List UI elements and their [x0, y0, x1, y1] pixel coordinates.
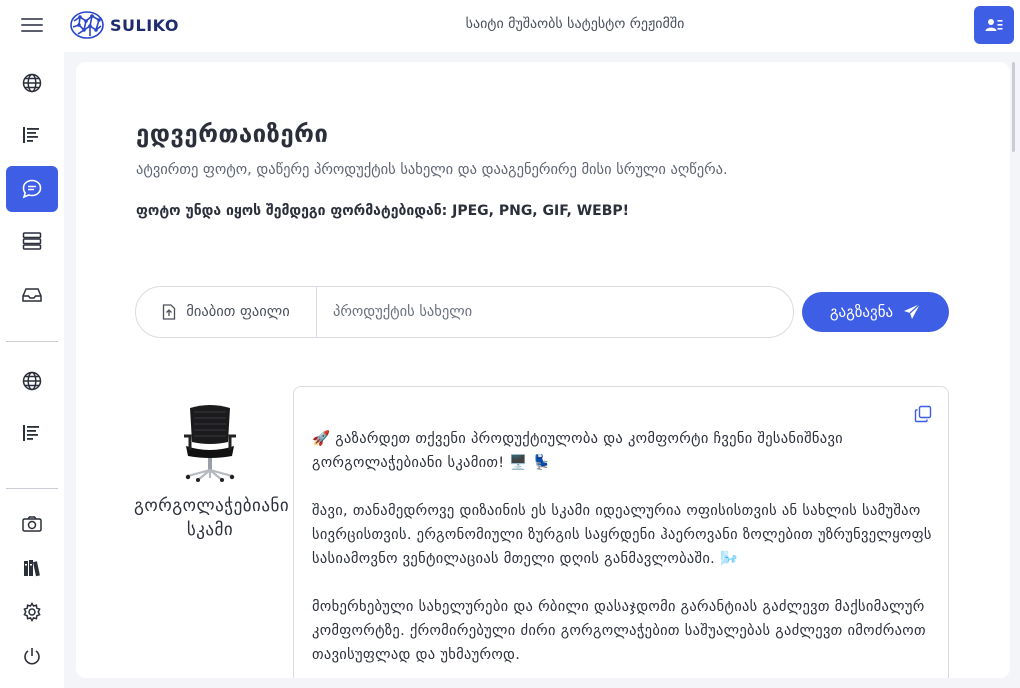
upload-file-icon — [163, 304, 176, 320]
page-title: ედვერთაიზერი — [136, 120, 329, 148]
sidebar-item-globe[interactable] — [6, 60, 58, 106]
scrollbar-thumb[interactable] — [1012, 62, 1015, 152]
power-icon — [24, 648, 40, 665]
site-status-text: საიტი მუშაობს სატესტო რეჟიმში — [465, 16, 685, 32]
gear-icon — [23, 602, 41, 622]
description-paragraph: შავი, თანამედროვე დიზაინის ეს სკამი იდეა… — [312, 503, 932, 567]
list-stack-icon — [22, 232, 42, 250]
sidebar-item-chat[interactable] — [6, 166, 58, 212]
formats-note: ფოტო უნდა იყოს შემდეგი ფორმატებიდან: JPE… — [136, 203, 630, 219]
sidebar — [0, 52, 64, 688]
user-profile-icon — [985, 19, 1003, 31]
sidebar-item-globe-2[interactable] — [6, 358, 58, 404]
sidebar-item-text-2[interactable] — [6, 410, 58, 456]
product-name: გორგოლაჭებიანი სკამი — [134, 496, 290, 540]
sidebar-item-inbox[interactable] — [6, 272, 58, 318]
text-lines-icon — [23, 425, 39, 441]
brain-logo-icon — [70, 11, 104, 39]
profile-button[interactable] — [974, 6, 1014, 44]
copy-button[interactable] — [914, 405, 934, 425]
upload-file-label: მიაბით ფაილი — [186, 304, 290, 320]
brand-logo[interactable]: SULIKO — [68, 8, 179, 42]
text-lines-icon — [23, 127, 39, 143]
send-button[interactable]: გაგზავნა — [802, 292, 949, 332]
paper-plane-icon — [904, 303, 921, 319]
product-image — [180, 402, 240, 482]
menu-hamburger-icon[interactable] — [18, 14, 46, 38]
brand-name: SULIKO — [110, 15, 179, 35]
inbox-icon — [22, 288, 42, 302]
sidebar-item-settings[interactable] — [6, 589, 58, 635]
advertiser-card: ედვერთაიზერი ატვირთე ფოტო, დაწერე პროდუქ… — [76, 62, 1010, 678]
product-input-group: მიაბით ფაილი — [135, 286, 794, 338]
page-subtitle: ატვირთე ფოტო, დაწერე პროდუქტის სახელი და… — [136, 162, 728, 178]
sidebar-divider — [6, 488, 58, 489]
description-paragraph: 🚀 გაზარდეთ თქვენი პროდუქტიულობა და კომფო… — [312, 431, 843, 471]
sidebar-item-list[interactable] — [6, 218, 58, 264]
sidebar-item-camera[interactable] — [6, 501, 58, 547]
camera-icon — [22, 516, 42, 532]
generated-description-text: 🚀 გაზარდეთ თქვენი პროდუქტიულობა და კომფო… — [312, 427, 932, 678]
globe-icon — [22, 73, 42, 93]
send-button-label: გაგზავნა — [829, 303, 894, 321]
sidebar-item-logout[interactable] — [6, 633, 58, 679]
description-paragraph: მოხერხებული სახელურები და რბილი დასაჯდომ… — [312, 599, 926, 663]
upload-file-button[interactable]: მიაბით ფაილი — [136, 287, 317, 337]
globe-icon — [22, 371, 42, 391]
page-scrollbar[interactable] — [1012, 62, 1016, 678]
books-icon — [24, 560, 40, 577]
generated-description-box: 🚀 გაზარდეთ თქვენი პროდუქტიულობა და კომფო… — [293, 386, 949, 678]
sidebar-item-text[interactable] — [6, 112, 58, 158]
top-bar: SULIKO საიტი მუშაობს სატესტო რეჟიმში — [0, 0, 1020, 52]
copy-icon — [914, 405, 932, 423]
chat-icon — [22, 179, 42, 199]
product-name-input[interactable] — [317, 287, 793, 337]
sidebar-item-books[interactable] — [6, 545, 58, 591]
sidebar-divider — [6, 341, 58, 342]
office-chair-image — [184, 405, 236, 482]
